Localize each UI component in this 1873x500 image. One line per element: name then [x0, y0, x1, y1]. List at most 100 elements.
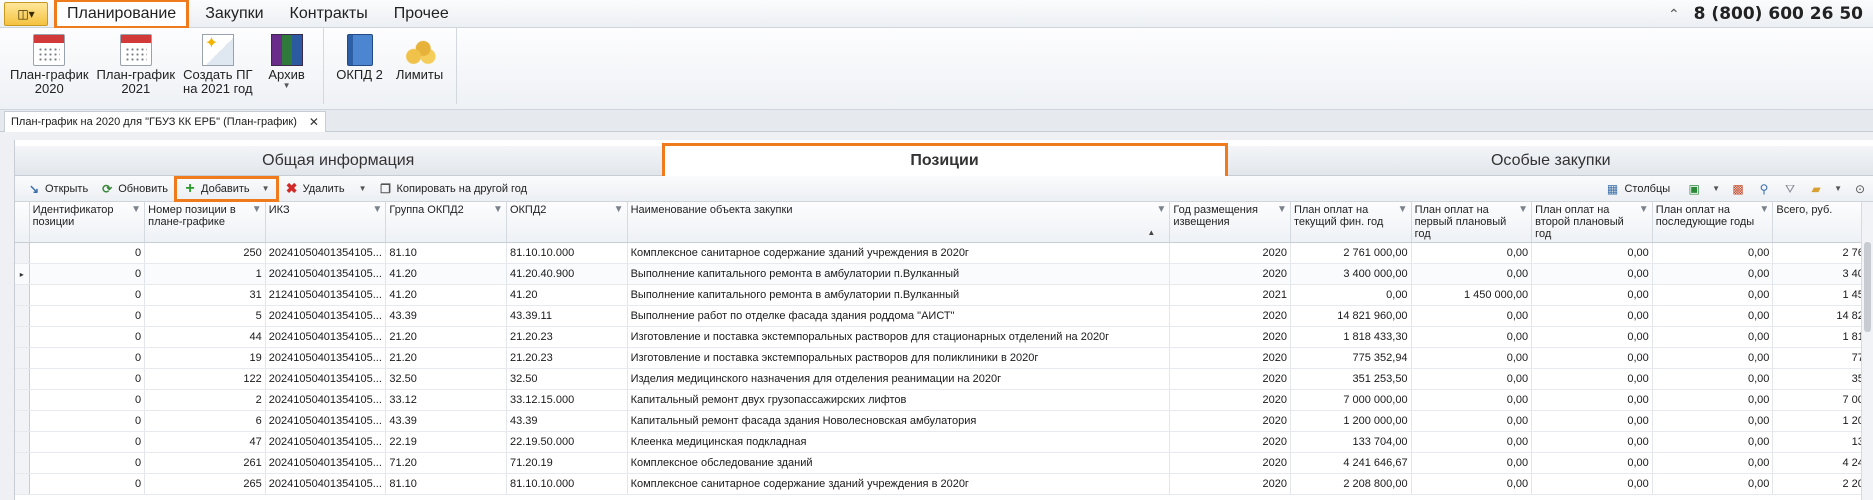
cell-position-number[interactable]: 2	[144, 389, 266, 411]
cell-plan-current-year[interactable]: 7 000 000,00	[1290, 389, 1412, 411]
row-indicator[interactable]	[15, 242, 30, 264]
cell-plan-first-year[interactable]: 0,00	[1411, 368, 1533, 390]
cell-total[interactable]: 1 450	[1772, 284, 1873, 306]
menu-item-purchases[interactable]: Закупки	[195, 0, 273, 28]
cell-purchase-name[interactable]: Клеенка медицинская подкладная	[627, 431, 1171, 453]
cell-notice-year[interactable]: 2020	[1169, 305, 1291, 327]
cell-ikz[interactable]: 20241050401354105...	[265, 326, 387, 348]
app-menu-button[interactable]: ◫▾	[4, 1, 48, 26]
cell-plan-current-year[interactable]: 2 208 800,00	[1290, 473, 1412, 495]
cell-ikz[interactable]: 20241050401354105...	[265, 347, 387, 369]
cell-okpd2-group[interactable]: 22.19	[385, 431, 507, 453]
cell-okpd2[interactable]: 43.39.11	[506, 305, 628, 327]
cell-plan-current-year[interactable]: 133 704,00	[1290, 431, 1412, 453]
chevron-down-icon[interactable]: ▼	[262, 184, 270, 193]
cell-plan-later-years[interactable]: 0,00	[1652, 305, 1774, 327]
cell-position-number[interactable]: 5	[144, 305, 266, 327]
tab-positions[interactable]: Позиции	[661, 143, 1228, 179]
filter-icon[interactable]: ⛛	[1782, 181, 1798, 197]
cell-okpd2-group[interactable]: 43.39	[385, 305, 507, 327]
cell-plan-later-years[interactable]: 0,00	[1652, 473, 1774, 495]
cell-plan-later-years[interactable]: 0,00	[1652, 431, 1774, 453]
cell-position-number[interactable]: 31	[144, 284, 266, 306]
cell-position-number[interactable]: 250	[144, 242, 266, 264]
cell-plan-second-year[interactable]: 0,00	[1531, 347, 1653, 369]
column-header-plan-current-year[interactable]: План оплат на текущий фин. год ▼	[1290, 202, 1412, 243]
table-row[interactable]: 0 19 20241050401354105... 21.20 21.20.23 Изго…	[15, 347, 1873, 369]
cell-notice-year[interactable]: 2020	[1169, 368, 1291, 390]
collapse-ribbon-icon[interactable]: ⌃	[1668, 6, 1680, 23]
cell-purchase-name[interactable]: Выполнение капитального ремонта в амбула…	[627, 263, 1171, 285]
table-row[interactable]: ▸ 0 1 20241050401354105... 41.20 41.20.40.900…	[15, 263, 1873, 285]
cell-plan-first-year[interactable]: 0,00	[1411, 326, 1533, 348]
chevron-down-icon[interactable]: ▼	[1712, 185, 1720, 193]
cell-plan-later-years[interactable]: 0,00	[1652, 242, 1774, 264]
cell-plan-first-year[interactable]: 0,00	[1411, 431, 1533, 453]
filter-icon[interactable]: ▼	[1277, 204, 1287, 215]
okpd2-button[interactable]: ОКПД 2	[330, 32, 390, 104]
filter-icon[interactable]: ▼	[252, 204, 262, 215]
cell-plan-first-year[interactable]: 0,00	[1411, 473, 1533, 495]
collapse-up-icon[interactable]: ⊙	[1852, 181, 1868, 197]
limits-button[interactable]: Лимиты	[390, 32, 450, 104]
column-header-okpd2-group[interactable]: Группа ОКПД2 ▼	[385, 202, 507, 243]
filter-icon[interactable]: ▼	[493, 204, 503, 215]
cell-purchase-name[interactable]: Изделия медицинского назначения для отде…	[627, 368, 1171, 390]
grid-layout-icon[interactable]: ▩	[1730, 181, 1746, 197]
cell-notice-year[interactable]: 2020	[1169, 242, 1291, 264]
cell-total[interactable]: 3 400	[1772, 263, 1873, 285]
cell-plan-later-years[interactable]: 0,00	[1652, 326, 1774, 348]
plan-2020-button[interactable]: План-график 2020	[6, 32, 93, 104]
column-header-ikz[interactable]: ИКЗ ▼	[265, 202, 387, 243]
cell-position-id[interactable]: 0	[29, 347, 146, 369]
filter-icon[interactable]: ▼	[1156, 204, 1166, 215]
cell-total[interactable]: 4 241	[1772, 452, 1873, 474]
cell-plan-first-year[interactable]: 0,00	[1411, 389, 1533, 411]
cell-ikz[interactable]: 20241050401354105...	[265, 368, 387, 390]
cell-plan-current-year[interactable]: 1 818 433,30	[1290, 326, 1412, 348]
cell-position-id[interactable]: 0	[29, 473, 146, 495]
columns-button[interactable]: ▦ Столбцы	[1598, 178, 1676, 200]
column-header-position-number[interactable]: Номер позиции в плане-графике ▼	[144, 202, 266, 243]
cell-notice-year[interactable]: 2020	[1169, 326, 1291, 348]
filter-icon[interactable]: ▼	[372, 204, 382, 215]
cell-okpd2[interactable]: 21.20.23	[506, 347, 628, 369]
cell-total[interactable]: 133	[1772, 431, 1873, 453]
row-indicator[interactable]	[15, 431, 30, 453]
cell-notice-year[interactable]: 2020	[1169, 347, 1291, 369]
cell-ikz[interactable]: 20241050401354105...	[265, 473, 387, 495]
open-button[interactable]: ↘ Открыть	[21, 178, 94, 200]
table-row[interactable]: 0 261 20241050401354105... 71.20 71.20.19 Ком…	[15, 452, 1873, 474]
cell-notice-year[interactable]: 2021	[1169, 284, 1291, 306]
cell-plan-first-year[interactable]: 0,00	[1411, 410, 1533, 432]
menu-item-other[interactable]: Прочее	[384, 0, 459, 28]
cell-purchase-name[interactable]: Капитальный ремонт фасада здания Новолес…	[627, 410, 1171, 432]
cell-okpd2-group[interactable]: 33.12	[385, 389, 507, 411]
column-header-total[interactable]: Всего, руб.▼	[1772, 202, 1873, 243]
cell-notice-year[interactable]: 2020	[1169, 389, 1291, 411]
cell-plan-current-year[interactable]: 0,00	[1290, 284, 1412, 306]
cell-plan-current-year[interactable]: 14 821 960,00	[1290, 305, 1412, 327]
cell-plan-first-year[interactable]: 0,00	[1411, 347, 1533, 369]
chevron-down-icon[interactable]: ▼	[1834, 185, 1842, 193]
column-header-position-id[interactable]: Идентификатор позиции ▼	[29, 202, 146, 243]
cell-purchase-name[interactable]: Комплексное санитарное содержание зданий…	[627, 242, 1171, 264]
cell-purchase-name[interactable]: Капитальный ремонт двух грузопассажирски…	[627, 389, 1171, 411]
cell-notice-year[interactable]: 2020	[1169, 452, 1291, 474]
row-indicator[interactable]	[15, 284, 30, 306]
cell-okpd2[interactable]: 43.39	[506, 410, 628, 432]
cell-purchase-name[interactable]: Выполнение работ по отделке фасада здани…	[627, 305, 1171, 327]
cell-plan-current-year[interactable]: 351 253,50	[1290, 368, 1412, 390]
cell-position-id[interactable]: 0	[29, 410, 146, 432]
cell-plan-second-year[interactable]: 0,00	[1531, 326, 1653, 348]
column-header-plan-later-years[interactable]: План оплат на последующие годы ▼	[1652, 202, 1774, 243]
cell-okpd2[interactable]: 81.10.10.000	[506, 242, 628, 264]
cell-notice-year[interactable]: 2020	[1169, 431, 1291, 453]
column-header-plan-first-year[interactable]: План оплат на первый плановый год ▼	[1411, 202, 1533, 243]
cell-okpd2-group[interactable]: 71.20	[385, 452, 507, 474]
cell-total[interactable]: 2 761	[1772, 242, 1873, 264]
vertical-scrollbar[interactable]	[1861, 202, 1873, 500]
close-icon[interactable]: ✕	[309, 115, 319, 129]
cell-position-number[interactable]: 265	[144, 473, 266, 495]
cell-position-number[interactable]: 122	[144, 368, 266, 390]
